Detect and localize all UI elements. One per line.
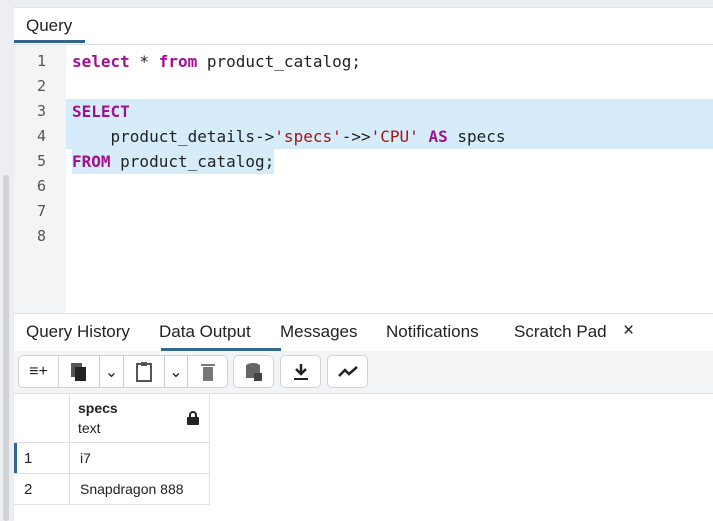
table-cell[interactable]: i7 bbox=[70, 443, 210, 474]
sql-keyword: from bbox=[158, 52, 198, 71]
tab-messages[interactable]: Messages bbox=[280, 322, 357, 342]
code-text: FROM product_catalog; bbox=[72, 149, 275, 174]
editor-line[interactable]: 6 bbox=[14, 174, 713, 199]
line-number: 3 bbox=[36, 102, 46, 120]
column-type: text bbox=[78, 420, 101, 436]
line-number: 7 bbox=[36, 202, 46, 220]
row-number[interactable]: 1 bbox=[14, 443, 70, 474]
lock-icon bbox=[187, 411, 199, 425]
sql-editor[interactable]: 1 select * from product_catalog; 2 3 SELECT 4… bbox=[14, 45, 713, 313]
row-number-label: 2 bbox=[24, 481, 33, 498]
download-icon bbox=[293, 363, 308, 380]
editor-line[interactable]: 3 SELECT bbox=[14, 99, 713, 124]
tab-query[interactable]: Query bbox=[14, 8, 713, 45]
graph-button[interactable] bbox=[327, 355, 368, 388]
code-text: select * from product_catalog; bbox=[72, 49, 361, 74]
row-number[interactable]: 2 bbox=[14, 474, 70, 505]
line-number: 2 bbox=[36, 77, 46, 95]
line-number: 6 bbox=[36, 177, 46, 195]
sql-string: 'CPU' bbox=[370, 127, 419, 146]
selection-highlight bbox=[66, 99, 713, 124]
sql-text: * bbox=[129, 52, 159, 71]
chevron-down-icon: ⌄ bbox=[169, 363, 183, 381]
editor-line[interactable]: 8 bbox=[14, 224, 713, 249]
copy-button[interactable] bbox=[58, 355, 100, 388]
delete-button[interactable] bbox=[187, 355, 228, 388]
download-button[interactable] bbox=[280, 355, 321, 388]
sql-string: 'specs' bbox=[274, 127, 342, 146]
database-save-icon bbox=[245, 362, 262, 381]
left-panel-strip bbox=[0, 0, 14, 521]
table-cell[interactable]: Snapdragon 888 bbox=[70, 474, 210, 505]
cell-value: Snapdragon 888 bbox=[80, 481, 184, 497]
sql-text: ->> bbox=[341, 127, 371, 146]
editor-line[interactable]: 2 bbox=[14, 74, 713, 99]
save-data-button[interactable] bbox=[233, 355, 274, 388]
editor-line[interactable]: 1 select * from product_catalog; bbox=[14, 49, 713, 74]
editor-line[interactable]: 5 FROM product_catalog; bbox=[14, 149, 713, 174]
line-chart-icon bbox=[337, 365, 358, 377]
code-text: product_details->'specs'->>'CPU' AS spec… bbox=[72, 124, 506, 149]
cell-value: i7 bbox=[80, 450, 91, 466]
code-text: SELECT bbox=[72, 99, 130, 124]
scrollbar[interactable] bbox=[3, 175, 9, 521]
add-row-button[interactable]: ≡+ bbox=[18, 355, 59, 388]
line-number: 4 bbox=[36, 127, 46, 145]
add-row-icon: ≡+ bbox=[29, 362, 48, 380]
line-number: 8 bbox=[36, 227, 46, 245]
trash-icon bbox=[200, 363, 215, 381]
sql-keyword: select bbox=[72, 52, 130, 71]
sql-text: product_catalog; bbox=[197, 52, 361, 71]
copy-icon bbox=[71, 362, 86, 381]
sql-keyword: FROM bbox=[72, 152, 111, 171]
top-tab-bar bbox=[14, 0, 713, 8]
column-name: specs bbox=[78, 400, 118, 416]
tab-query-label: Query bbox=[26, 16, 73, 35]
chevron-down-icon: ⌄ bbox=[104, 363, 119, 381]
tab-query-history[interactable]: Query History bbox=[26, 322, 130, 342]
row-number-label: 1 bbox=[24, 450, 33, 467]
tab-scratch-pad[interactable]: Scratch Pad bbox=[514, 322, 607, 342]
line-number: 1 bbox=[36, 52, 46, 70]
close-icon[interactable]: × bbox=[623, 320, 634, 342]
sql-text: product_details-> bbox=[72, 127, 275, 146]
sql-text: specs bbox=[447, 127, 506, 146]
tab-notifications[interactable]: Notifications bbox=[386, 322, 479, 342]
column-header-specs[interactable]: specs text bbox=[70, 393, 210, 443]
results-toolbar: ≡+ ⌄ ⌄ bbox=[14, 351, 713, 394]
results-tab-bar: Query History Data Output Messages Notif… bbox=[14, 313, 713, 352]
editor-line[interactable]: 4 product_details->'specs'->>'CPU' AS sp… bbox=[14, 124, 713, 149]
sql-text: product_catalog; bbox=[110, 152, 275, 171]
row-header-corner bbox=[14, 393, 70, 443]
copy-options-dropdown[interactable]: ⌄ bbox=[99, 355, 124, 388]
line-number: 5 bbox=[36, 152, 46, 170]
sql-keyword: AS bbox=[428, 127, 448, 146]
active-tab-indicator bbox=[14, 40, 85, 43]
sql-keyword: SELECT bbox=[72, 102, 130, 121]
tab-data-output[interactable]: Data Output bbox=[159, 322, 251, 342]
paste-options-dropdown[interactable]: ⌄ bbox=[164, 355, 188, 388]
clipboard-icon bbox=[136, 361, 152, 382]
editor-line[interactable]: 7 bbox=[14, 199, 713, 224]
paste-button[interactable] bbox=[123, 355, 165, 388]
